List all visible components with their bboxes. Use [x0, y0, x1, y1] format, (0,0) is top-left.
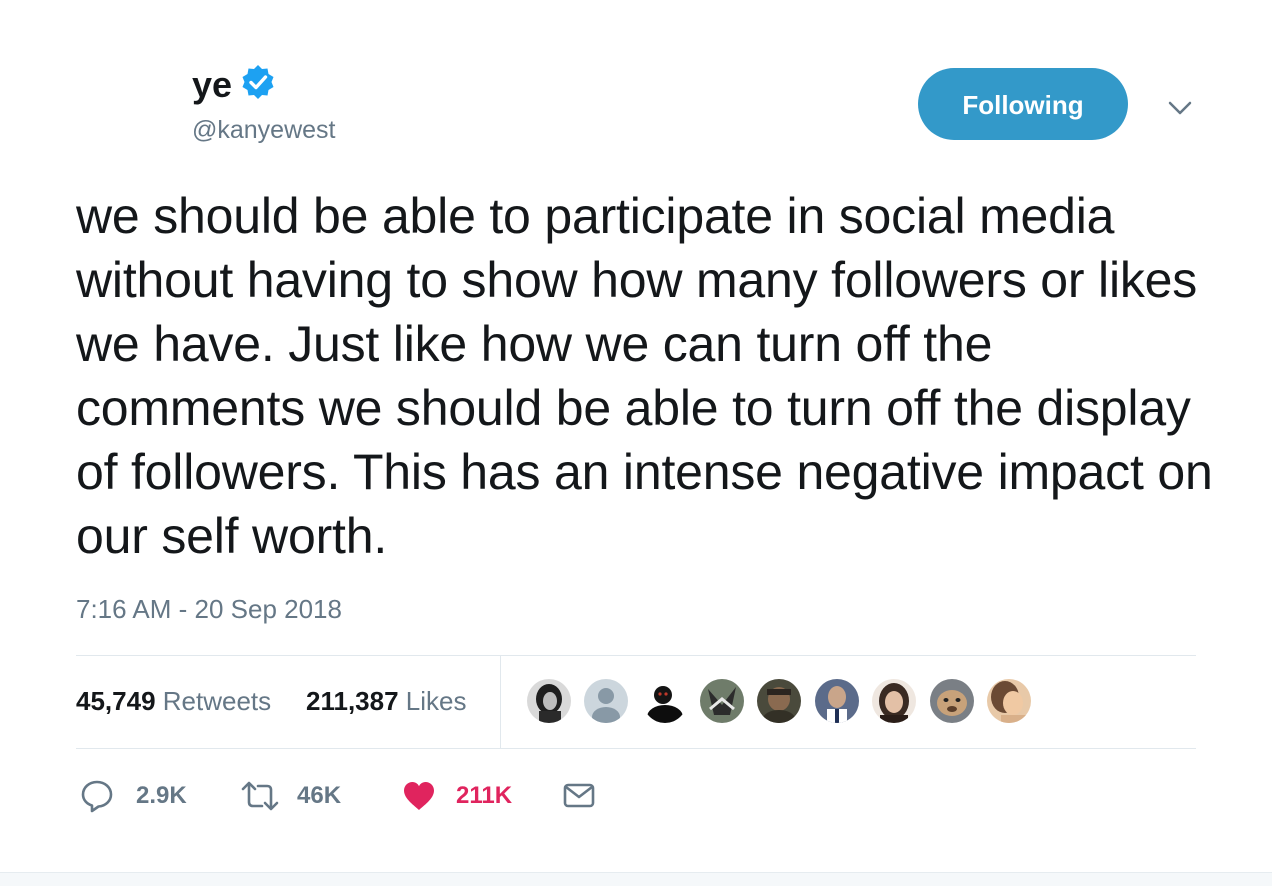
like-button[interactable]: 211K	[402, 778, 522, 814]
retweet-button[interactable]: 46K	[240, 778, 360, 814]
retweets-label: Retweets	[162, 686, 272, 716]
likes-label: Likes	[405, 686, 467, 716]
retweets-stat[interactable]: 45,749 Retweets	[76, 684, 271, 718]
reply-icon	[81, 780, 113, 813]
avatar-1[interactable]	[525, 677, 573, 725]
following-button[interactable]: Following	[918, 68, 1128, 140]
stats-divider-top	[76, 655, 1196, 656]
avatar-5[interactable]	[755, 677, 803, 725]
direct-message-button[interactable]	[562, 778, 596, 814]
stats-divider-bottom	[76, 748, 1196, 749]
stats-divider-vertical	[500, 656, 501, 748]
tweet-timestamp[interactable]: 7:16 AM - 20 Sep 2018	[76, 592, 342, 626]
likes-stat[interactable]: 211,387 Likes	[306, 684, 467, 718]
heart-icon	[404, 782, 434, 810]
tweet-page: ye @kanyewest Following we should be abl…	[0, 0, 1272, 886]
avatar-7[interactable]	[870, 677, 918, 725]
retweets-count: 45,749	[76, 686, 156, 716]
tweet-text: we should be able to participate in soci…	[76, 188, 1213, 564]
author-username[interactable]: @kanyewest	[192, 114, 336, 146]
retweet-count: 46K	[297, 782, 342, 809]
avatar-4[interactable]	[698, 677, 746, 725]
avatar-3[interactable]	[641, 677, 689, 725]
avatar-8[interactable]	[928, 677, 976, 725]
likes-count: 211,387	[306, 686, 399, 716]
avatar-6[interactable]	[813, 677, 861, 725]
bottom-strip	[0, 872, 1272, 886]
like-count: 211K	[456, 782, 513, 809]
reply-count: 2.9K	[136, 782, 187, 809]
chevron-down-icon[interactable]	[1164, 94, 1196, 122]
envelope-icon	[563, 783, 595, 808]
verified-badge-icon	[242, 65, 274, 99]
author-display-name[interactable]: ye	[192, 64, 232, 106]
retweet-icon	[241, 781, 279, 811]
reply-button[interactable]: 2.9K	[80, 778, 200, 814]
avatar-default[interactable]	[582, 677, 630, 725]
avatar-9[interactable]	[985, 677, 1033, 725]
